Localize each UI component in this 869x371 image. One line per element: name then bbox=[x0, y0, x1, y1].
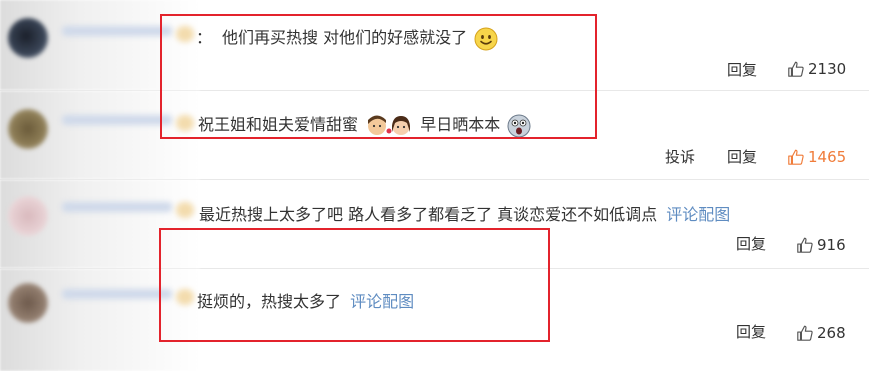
reply-button[interactable]: 回复 bbox=[727, 146, 757, 167]
avatar[interactable] bbox=[8, 18, 48, 58]
like-button[interactable]: 1465 bbox=[787, 148, 846, 166]
reply-button[interactable]: 回复 bbox=[727, 59, 757, 80]
comment-text: 最近热搜上太多了吧 路人看多了都看乏了 真谈恋爱还不如低调点 评论配图 bbox=[199, 201, 730, 225]
avatar[interactable] bbox=[8, 196, 48, 236]
thumbs-up-icon bbox=[797, 325, 813, 341]
comment-body: 最近热搜上太多了吧 路人看多了都看乏了 真谈恋爱还不如低调点 bbox=[199, 205, 658, 224]
username-blurred[interactable] bbox=[62, 115, 172, 125]
thumbs-up-icon bbox=[788, 61, 804, 77]
thumbs-up-icon bbox=[797, 237, 813, 253]
user-badge-blurred bbox=[176, 202, 194, 218]
like-button[interactable]: 268 bbox=[796, 324, 846, 342]
like-count: 916 bbox=[817, 236, 846, 254]
comment-image-link[interactable]: 评论配图 bbox=[666, 205, 730, 224]
like-count: 2130 bbox=[808, 60, 847, 78]
reply-button[interactable]: 回复 bbox=[736, 233, 766, 254]
reply-button[interactable]: 回复 bbox=[736, 321, 766, 342]
highlight-box-top bbox=[160, 14, 597, 139]
report-button[interactable]: 投诉 bbox=[665, 146, 695, 167]
username-blurred[interactable] bbox=[62, 26, 172, 36]
thumbs-up-icon bbox=[788, 149, 804, 165]
like-count: 268 bbox=[817, 324, 846, 342]
username-blurred[interactable] bbox=[62, 289, 172, 299]
like-button[interactable]: 916 bbox=[796, 236, 846, 254]
username-blurred[interactable] bbox=[62, 202, 172, 212]
avatar[interactable] bbox=[8, 283, 48, 323]
highlight-box-bottom bbox=[159, 228, 550, 342]
like-button[interactable]: 2130 bbox=[787, 60, 846, 78]
like-count: 1465 bbox=[808, 148, 847, 166]
avatar[interactable] bbox=[8, 109, 48, 149]
